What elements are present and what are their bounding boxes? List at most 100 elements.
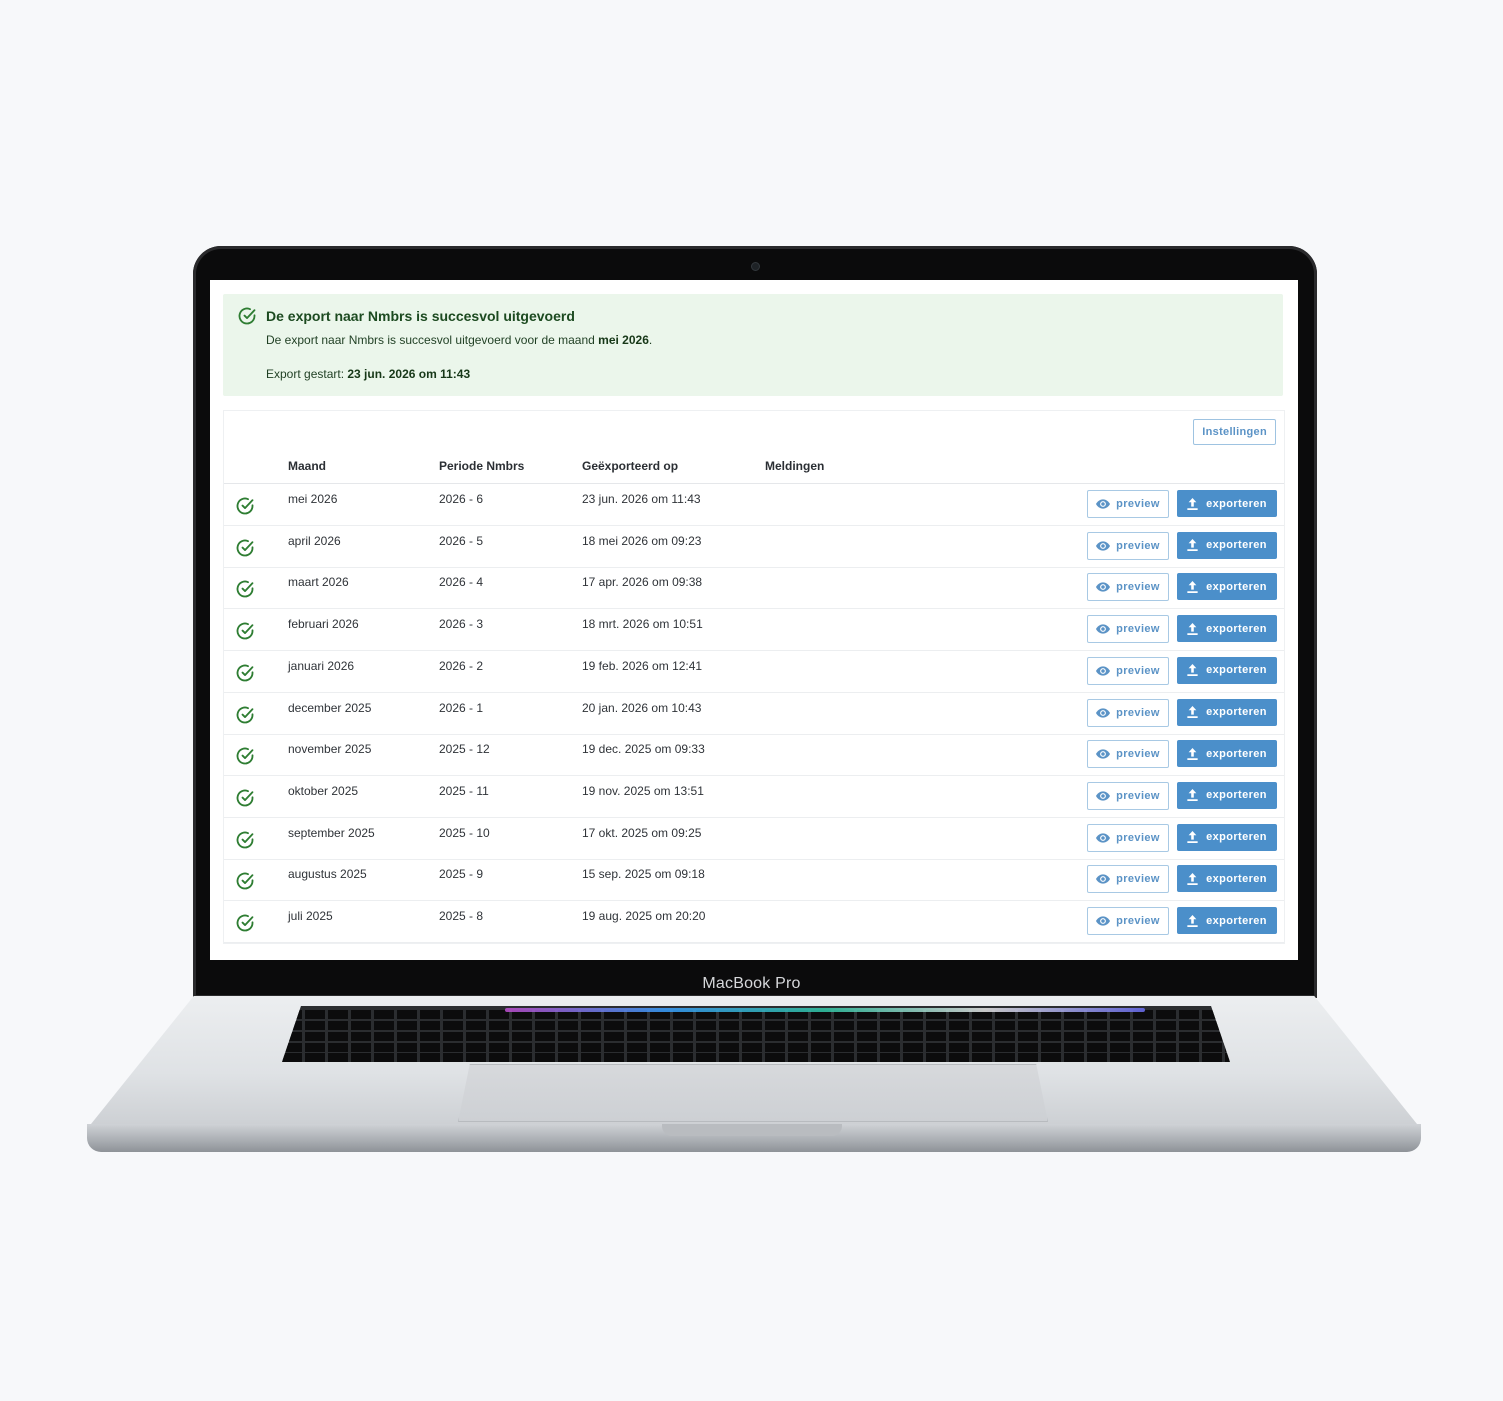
column-header-period: Periode Nmbrs xyxy=(439,459,525,473)
cell-exported: 17 apr. 2026 om 09:38 xyxy=(582,575,703,590)
alert-export-started: Export gestart: 23 jun. 2026 om 11:43 xyxy=(266,367,470,381)
preview-button[interactable]: preview xyxy=(1087,823,1169,852)
cell-exported: 19 aug. 2025 om 20:20 xyxy=(582,909,706,923)
cell-period: 2026 - 5 xyxy=(439,533,484,548)
column-header-exported: Geëxporteerd op xyxy=(582,459,679,473)
upload-icon xyxy=(1187,831,1198,844)
cell-exported: 19 feb. 2026 om 12:41 xyxy=(582,658,703,673)
export-button[interactable]: exporteren xyxy=(1177,698,1277,726)
cell-month: april 2026 xyxy=(288,533,341,548)
preview-label: preview xyxy=(1116,789,1160,802)
export-label: exporteren xyxy=(1206,539,1267,552)
table-row: februari 2026 2026 - 3 18 mrt. 2026 om 10:… xyxy=(224,609,1284,652)
cell-month: februari 2026 xyxy=(288,617,359,632)
preview-button[interactable]: preview xyxy=(1087,615,1169,644)
eye-icon xyxy=(1096,916,1111,926)
export-label: exporteren xyxy=(1206,497,1267,510)
eye-icon xyxy=(1096,832,1111,843)
export-button[interactable]: exporteren xyxy=(1177,490,1277,517)
preview-button[interactable]: preview xyxy=(1087,865,1169,894)
table-row: mei 2026 2026 - 6 23 jun. 2026 om 11:43 pre… xyxy=(224,484,1284,526)
upload-icon xyxy=(1187,539,1198,552)
cell-period: 2026 - 2 xyxy=(439,658,484,673)
column-header-messages: Meldingen xyxy=(765,459,825,473)
preview-button[interactable]: preview xyxy=(1087,573,1169,602)
table-row: augustus 2025 2025 - 9 15 sep. 2025 om 09:… xyxy=(224,859,1284,902)
cell-exported: 19 nov. 2025 om 13:51 xyxy=(582,783,704,798)
cell-month: mei 2026 xyxy=(288,492,338,506)
eye-icon xyxy=(1096,874,1111,884)
cell-exported: 23 jun. 2026 om 11:43 xyxy=(582,492,701,506)
upload-icon xyxy=(1187,789,1198,802)
cell-period: 2026 - 1 xyxy=(439,700,484,715)
export-label: exporteren xyxy=(1206,664,1267,677)
cell-period: 2025 - 8 xyxy=(439,909,484,923)
check-circle-icon xyxy=(236,664,254,682)
cell-period: 2026 - 6 xyxy=(439,492,484,506)
preview-label: preview xyxy=(1116,831,1160,844)
export-button[interactable]: exporteren xyxy=(1177,781,1277,809)
eye-icon xyxy=(1096,749,1111,759)
preview-label: preview xyxy=(1116,706,1160,719)
export-button[interactable]: exporteren xyxy=(1177,740,1277,768)
cell-month: augustus 2025 xyxy=(288,867,367,882)
eye-icon xyxy=(1096,499,1111,509)
screen: De export naar Nmbrs is succesvol uitgev… xyxy=(210,280,1298,960)
check-circle-icon xyxy=(238,307,256,325)
cell-period: 2025 - 11 xyxy=(439,783,489,798)
export-button[interactable]: exporteren xyxy=(1177,865,1277,893)
preview-button[interactable]: preview xyxy=(1087,781,1169,810)
export-button[interactable]: exporteren xyxy=(1177,615,1277,643)
export-label: exporteren xyxy=(1206,831,1267,844)
table-row: oktober 2025 2025 - 11 19 nov. 2025 om 13:… xyxy=(224,776,1284,818)
eye-icon xyxy=(1096,707,1111,718)
export-label: exporteren xyxy=(1206,789,1267,802)
table-row: november 2025 2025 - 12 19 dec. 2025 om 09… xyxy=(224,734,1284,777)
lid-notch xyxy=(662,1124,842,1136)
cell-period: 2025 - 10 xyxy=(439,825,490,840)
upload-icon xyxy=(1187,872,1198,885)
touch-bar xyxy=(505,1008,1145,1012)
check-circle-icon xyxy=(236,914,254,932)
eye-icon xyxy=(1096,791,1111,801)
preview-label: preview xyxy=(1116,498,1160,510)
export-label: exporteren xyxy=(1206,747,1267,760)
check-circle-icon xyxy=(236,622,254,640)
check-circle-icon xyxy=(236,539,254,557)
preview-button[interactable]: preview xyxy=(1087,740,1169,769)
table-row: september 2025 2025 - 10 17 okt. 2025 om 0… xyxy=(224,818,1284,860)
export-button[interactable]: exporteren xyxy=(1177,907,1277,934)
alert-text-prefix: De export naar Nmbrs is succesvol uitgev… xyxy=(266,333,599,347)
export-button[interactable]: exporteren xyxy=(1177,823,1277,851)
export-label: exporteren xyxy=(1206,580,1267,593)
preview-button[interactable]: preview xyxy=(1087,531,1169,560)
cell-exported: 18 mrt. 2026 om 10:51 xyxy=(582,617,703,632)
eye-icon xyxy=(1096,666,1111,676)
settings-button[interactable]: Instellingen xyxy=(1193,419,1276,445)
upload-icon xyxy=(1187,747,1198,760)
cell-exported: 20 jan. 2026 om 10:43 xyxy=(582,700,702,715)
export-button[interactable]: exporteren xyxy=(1177,531,1277,559)
upload-icon xyxy=(1187,914,1198,927)
export-button[interactable]: exporteren xyxy=(1177,573,1277,601)
cell-month: november 2025 xyxy=(288,742,372,757)
cell-month: december 2025 xyxy=(288,700,372,715)
upload-icon xyxy=(1187,664,1198,677)
brand-label: MacBook Pro xyxy=(702,975,801,992)
export-label: exporteren xyxy=(1206,914,1267,927)
eye-icon xyxy=(1096,624,1111,634)
alert-title: De export naar Nmbrs is succesvol uitgev… xyxy=(266,308,575,324)
preview-button[interactable]: preview xyxy=(1087,490,1169,518)
export-button[interactable]: exporteren xyxy=(1177,656,1277,684)
preview-button[interactable]: preview xyxy=(1087,656,1169,685)
preview-label: preview xyxy=(1116,664,1160,677)
preview-button[interactable]: preview xyxy=(1087,698,1169,727)
keyboard xyxy=(282,1006,1230,1062)
cell-period: 2025 - 12 xyxy=(439,742,490,757)
check-circle-icon xyxy=(236,706,254,723)
alert-text-suffix: . xyxy=(648,333,653,347)
cell-month: juli 2025 xyxy=(288,909,333,923)
preview-button[interactable]: preview xyxy=(1087,907,1169,935)
table-row: juli 2025 2025 - 8 19 aug. 2025 om 20:20 pr… xyxy=(224,901,1284,943)
cell-month: september 2025 xyxy=(288,825,375,840)
